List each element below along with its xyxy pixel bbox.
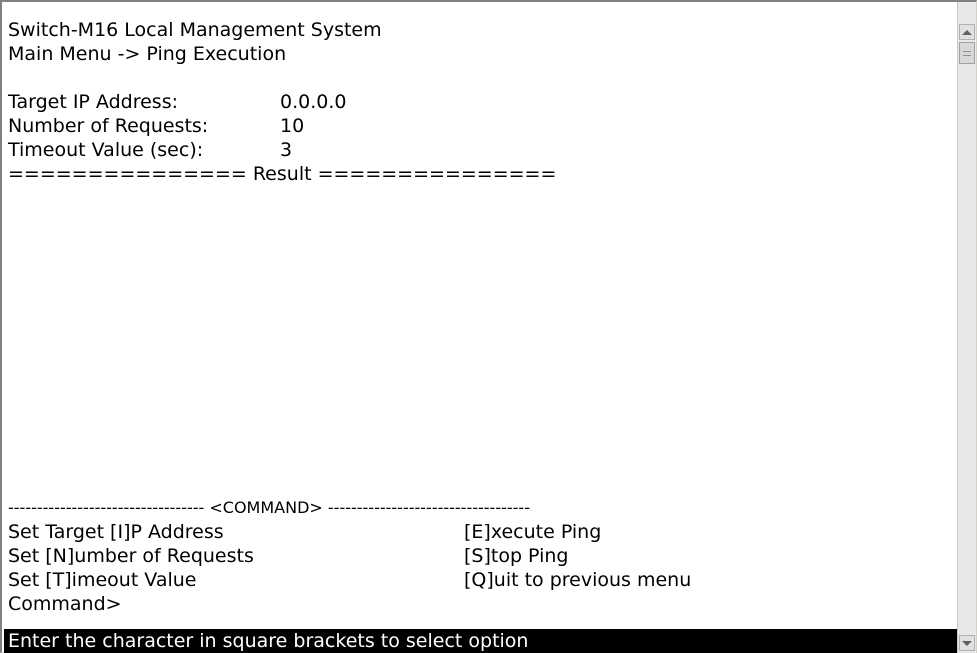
field-value: 3	[280, 139, 292, 161]
field-value: 0.0.0.0	[280, 91, 346, 113]
command-prompt[interactable]: Command>	[8, 592, 122, 616]
field-target-ip: Target IP Address:0.0.0.0	[8, 90, 346, 114]
command-set-timeout[interactable]: Set [T]imeout Value	[8, 569, 196, 591]
command-quit[interactable]: [Q]uit to previous menu	[464, 568, 691, 592]
result-divider: =============== Result ===============	[8, 162, 556, 186]
scroll-thumb[interactable]	[959, 42, 975, 64]
arrow-down-icon	[962, 641, 972, 646]
field-number-requests: Number of Requests:10	[8, 114, 304, 138]
field-label: Number of Requests:	[8, 114, 280, 138]
command-set-ip[interactable]: Set Target [I]P Address	[8, 521, 224, 543]
command-row: Set Target [I]P Address[E]xecute Ping	[8, 520, 224, 544]
field-value: 10	[280, 115, 304, 137]
arrow-up-icon	[962, 30, 972, 35]
field-timeout: Timeout Value (sec):3	[8, 138, 292, 162]
command-row: Set [N]umber of Requests[S]top Ping	[8, 544, 254, 568]
scroll-down-button[interactable]	[959, 635, 975, 651]
terminal-window: Switch-M16 Local Management System Main …	[0, 0, 977, 653]
command-row: Set [T]imeout Value[Q]uit to previous me…	[8, 568, 196, 592]
command-divider: ---------------------------------- <COMM…	[8, 496, 530, 520]
system-title: Switch-M16 Local Management System	[8, 18, 382, 42]
status-bar: Enter the character in square brackets t…	[4, 629, 959, 653]
scroll-up-button[interactable]	[959, 24, 975, 40]
field-label: Target IP Address:	[8, 90, 280, 114]
status-text: Enter the character in square brackets t…	[8, 629, 528, 653]
command-set-requests[interactable]: Set [N]umber of Requests	[8, 545, 254, 567]
command-execute-ping[interactable]: [E]xecute Ping	[464, 520, 601, 544]
terminal-screen[interactable]: Switch-M16 Local Management System Main …	[4, 2, 959, 653]
vertical-scrollbar[interactable]	[957, 2, 976, 653]
command-stop-ping[interactable]: [S]top Ping	[464, 544, 568, 568]
breadcrumb: Main Menu -> Ping Execution	[8, 42, 286, 66]
field-label: Timeout Value (sec):	[8, 138, 280, 162]
